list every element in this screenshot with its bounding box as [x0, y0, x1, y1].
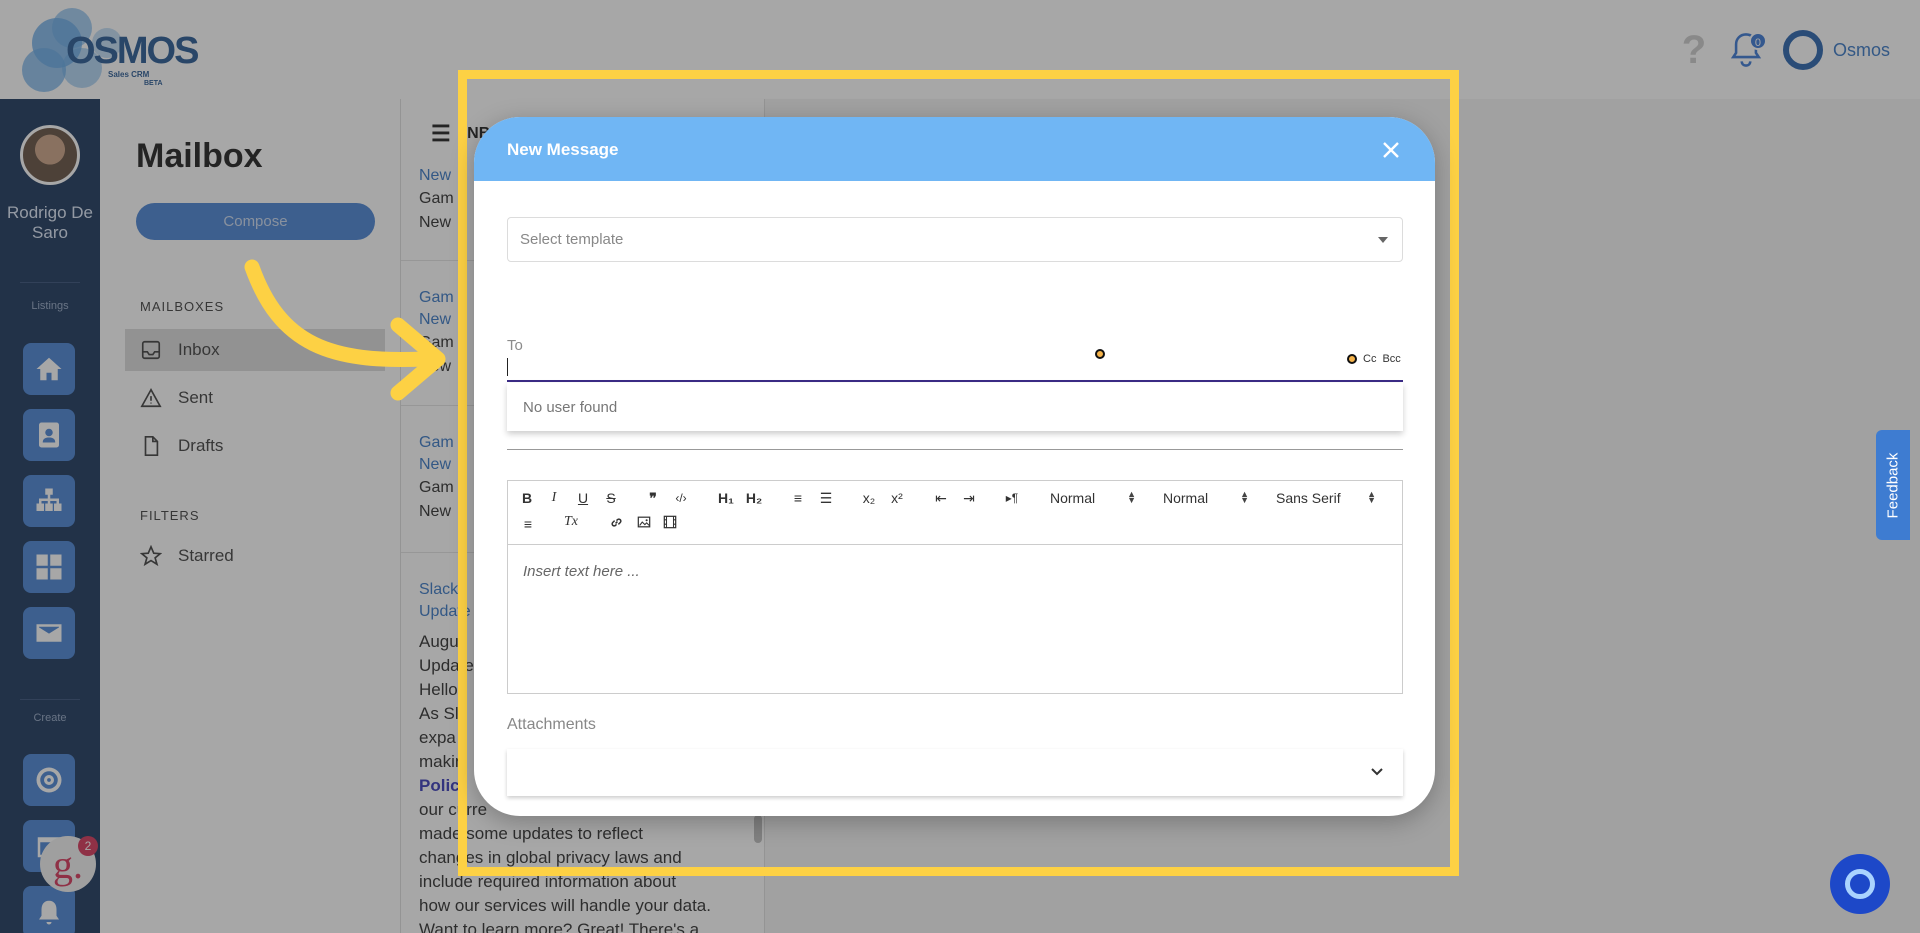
dialog-header: New Message	[474, 117, 1435, 181]
italic-button[interactable]: I	[548, 489, 560, 507]
heading-1-button[interactable]: H₁	[716, 489, 736, 507]
bold-button[interactable]: B	[520, 489, 534, 507]
feedback-label: Feedback	[1884, 452, 1902, 518]
cc-bcc-toggles: Cc Bcc	[1347, 353, 1401, 365]
mouse-cursor-icon	[1095, 349, 1105, 359]
chat-icon	[1845, 869, 1875, 899]
size-select-1-value: Normal	[1050, 490, 1096, 506]
video-button[interactable]	[662, 513, 678, 531]
align-button[interactable]: ≡	[520, 515, 536, 533]
rich-text-editor: B I U S ❞ ‹/› H₁ H₂ ≡ ☰ x₂ x² ⇤ ⇥ ▸¶ Nor…	[507, 480, 1403, 694]
editor-placeholder[interactable]: Insert text here ...	[523, 563, 640, 580]
template-select[interactable]: Select template	[507, 217, 1403, 262]
size-select-1[interactable]: Normal ▲ ▼	[1050, 489, 1136, 507]
cursor-dot-icon	[1347, 354, 1357, 364]
feedback-tab[interactable]: Feedback	[1876, 430, 1910, 540]
template-select-placeholder: Select template	[520, 231, 624, 248]
outdent-button[interactable]: ⇤	[932, 489, 950, 507]
indent-button[interactable]: ⇥	[960, 489, 978, 507]
image-icon	[637, 516, 651, 528]
strikethrough-button[interactable]: S	[604, 489, 618, 507]
size-select-2-value: Normal	[1163, 490, 1209, 506]
bullet-list-button[interactable]: ☰	[818, 489, 834, 507]
code-block-button[interactable]: ‹/›	[672, 489, 690, 507]
size-select-2[interactable]: Normal ▲ ▼	[1163, 489, 1249, 507]
close-button[interactable]	[1380, 139, 1402, 161]
dialog-title: New Message	[507, 140, 619, 159]
bcc-toggle[interactable]: Bcc	[1382, 353, 1400, 365]
attachments-label: Attachments	[507, 716, 596, 733]
editor-toolbar: B I U S ❞ ‹/› H₁ H₂ ≡ ☰ x₂ x² ⇤ ⇥ ▸¶ Nor…	[508, 481, 1402, 545]
font-select[interactable]: Sans Serif ▲ ▼	[1276, 489, 1376, 507]
no-user-found-text: No user found	[523, 398, 618, 416]
image-button[interactable]	[636, 513, 652, 531]
updown-icon: ▲ ▼	[1127, 489, 1136, 505]
to-field-label: To	[507, 337, 523, 354]
updown-icon: ▲ ▼	[1367, 489, 1376, 505]
subscript-button[interactable]: x₂	[860, 489, 878, 507]
to-field-input[interactable]	[507, 380, 1403, 382]
chevron-down-icon	[1369, 763, 1385, 779]
cc-toggle[interactable]: Cc	[1363, 353, 1376, 365]
tutorial-arrow-icon	[244, 259, 446, 401]
underline-button[interactable]: U	[576, 489, 590, 507]
link-button[interactable]	[608, 513, 624, 531]
superscript-button[interactable]: x²	[888, 489, 906, 507]
font-select-value: Sans Serif	[1276, 490, 1341, 506]
blockquote-button[interactable]: ❞	[646, 489, 660, 507]
new-message-dialog: New Message Select template To Cc Bcc No…	[474, 117, 1435, 816]
video-icon	[663, 515, 677, 529]
ordered-list-button[interactable]: ≡	[790, 489, 806, 507]
clear-formatting-button[interactable]: Tx	[562, 513, 580, 531]
text-direction-button[interactable]: ▸¶	[1002, 489, 1022, 507]
heading-2-button[interactable]: H₂	[744, 489, 764, 507]
link-icon	[610, 517, 622, 527]
chat-launcher-button[interactable]	[1830, 854, 1890, 914]
chevron-down-icon	[1378, 237, 1388, 243]
text-caret	[507, 358, 508, 376]
updown-icon: ▲ ▼	[1240, 489, 1249, 505]
close-icon	[1383, 142, 1399, 158]
attachments-expander[interactable]	[507, 749, 1403, 796]
user-suggestion-dropdown: No user found	[507, 383, 1403, 431]
subject-field-input[interactable]	[507, 449, 1403, 450]
